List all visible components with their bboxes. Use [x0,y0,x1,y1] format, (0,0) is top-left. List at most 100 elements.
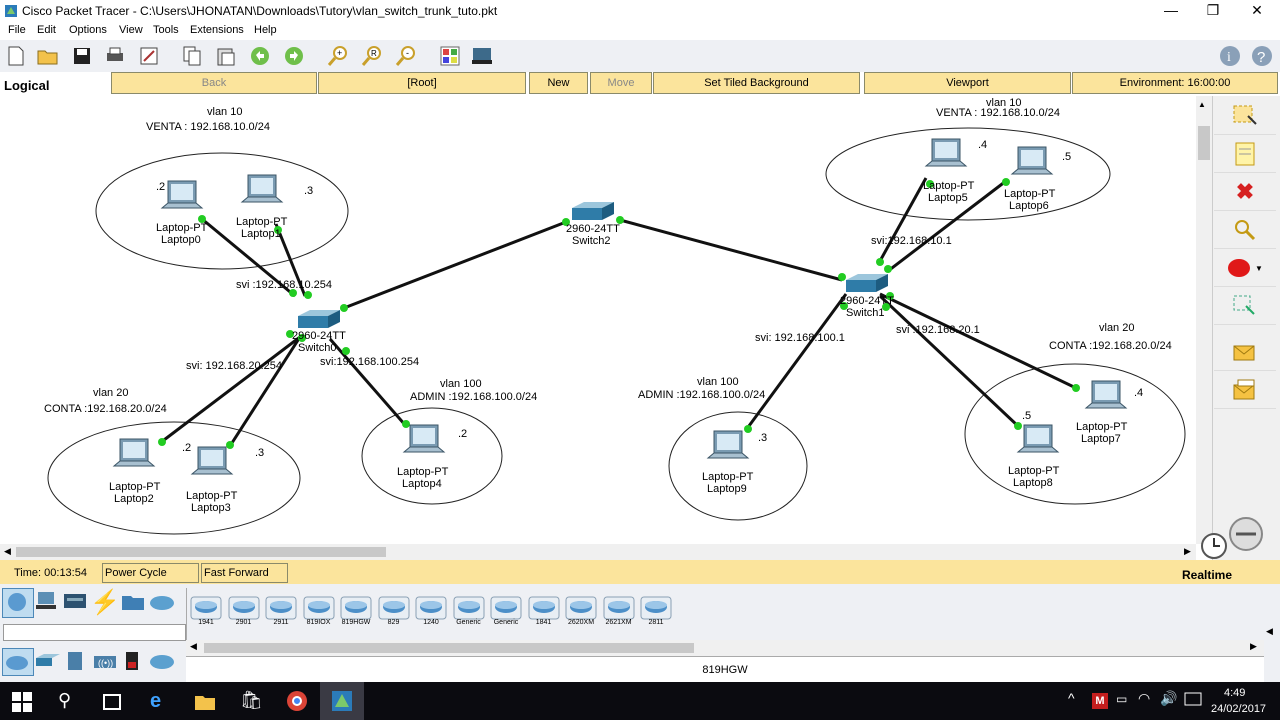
inspect-tool-icon[interactable] [1214,212,1276,249]
wireless-subcategory-icon[interactable]: ((•)) [92,650,118,672]
help-icon[interactable]: ? [1250,44,1274,68]
switches-subcategory-icon[interactable] [34,650,62,672]
back-button[interactable]: Back [111,72,317,94]
switch1[interactable] [842,272,890,296]
fast-forward-time-button[interactable]: Fast Forward Time [201,563,288,597]
realtime-label[interactable]: Realtime [1182,568,1232,582]
redo-icon[interactable] [282,44,306,68]
scroll-up-icon[interactable]: ▲ [1198,100,1206,109]
maximize-button[interactable]: ❐ [1190,0,1236,22]
router-model-5[interactable]: 829 [378,596,410,628]
new-file-icon[interactable] [4,44,28,68]
wifi-icon[interactable]: ◠ [1138,690,1156,708]
battery-icon[interactable]: ▭ [1116,692,1134,710]
packet-tracer-taskbar-button[interactable] [320,682,364,720]
taskbar-date[interactable]: 24/02/2017 [1211,703,1266,715]
router-model-10[interactable]: 2620XM [565,596,597,628]
router-model-8[interactable]: Generic [490,596,522,628]
device-list-scrollbar[interactable]: ◀ ▶ [186,640,1264,656]
router-model-9[interactable]: 1841 [528,596,560,628]
paste-icon[interactable] [214,44,238,68]
task-view-icon[interactable] [102,692,124,712]
router-model-6[interactable]: 1240 [415,596,447,628]
close-button[interactable]: ✕ [1234,0,1280,22]
select-tool-icon[interactable] [1214,98,1276,135]
connections-category-icon[interactable]: ⚡ [90,588,120,616]
antivirus-tray-icon[interactable]: M [1092,693,1108,709]
routers-subcategory-icon[interactable] [2,648,34,676]
custom-devices-icon[interactable] [470,44,494,68]
router-model-7[interactable]: Generic [453,596,485,628]
menu-tools[interactable]: Tools [153,24,179,36]
vertical-scroll-thumb[interactable] [1198,126,1210,160]
device-list-scroll-thumb[interactable] [204,643,694,653]
laptop8[interactable] [1014,424,1060,464]
note-tool-icon[interactable] [1214,136,1276,173]
info-icon[interactable]: i [1218,44,1242,68]
action-center-icon[interactable] [1184,692,1202,708]
router-model-4[interactable]: 819HGW [340,596,372,628]
scroll-right-icon[interactable]: ▶ [1250,641,1257,652]
laptop6[interactable] [1008,146,1054,186]
menu-extensions[interactable]: Extensions [190,24,244,36]
realtime-clock-icon[interactable] [1200,532,1240,560]
multiuser-category-icon[interactable] [148,590,176,614]
end-devices-category-icon[interactable] [34,590,60,614]
chrome-icon[interactable] [286,690,308,712]
panel-collapse-icon[interactable]: ◀ [1266,626,1273,637]
laptop7[interactable] [1082,380,1128,420]
file-explorer-icon[interactable] [194,692,216,712]
security-subcategory-icon[interactable] [122,650,144,672]
router-model-0[interactable]: 1941 [190,596,222,628]
add-complex-pdu-icon[interactable] [1214,372,1276,409]
move-object-button[interactable]: Move Object [590,72,652,109]
menu-file[interactable]: File [8,24,26,36]
horizontal-scroll-thumb[interactable] [16,547,386,557]
scroll-left-icon[interactable]: ◀ [4,546,11,557]
hubs-subcategory-icon[interactable] [64,650,88,672]
edge-browser-icon[interactable]: e [150,690,172,712]
menu-view[interactable]: View [119,24,143,36]
laptop1[interactable] [238,174,284,214]
store-icon[interactable]: 🛍 [240,690,263,712]
undo-icon[interactable] [248,44,272,68]
new-cluster-button[interactable]: New Cluster [529,72,588,109]
delete-tool-icon[interactable]: ✖ [1214,174,1276,211]
router-model-12[interactable]: 2811 [640,596,672,628]
viewport-button[interactable]: Viewport [864,72,1071,94]
add-simple-pdu-icon[interactable] [1214,334,1276,371]
router-model-11[interactable]: 2621XM [603,596,635,628]
menu-help[interactable]: Help [254,24,277,36]
taskbar-time[interactable]: 4:49 [1224,687,1245,699]
laptop2[interactable] [110,438,156,478]
root-button[interactable]: [Root] [318,72,526,94]
misc-category-icon[interactable] [120,590,146,614]
laptop4[interactable] [400,424,446,464]
open-folder-icon[interactable] [36,44,60,68]
print-icon[interactable] [103,44,127,68]
wan-emulation-subcategory-icon[interactable] [148,650,176,672]
minimize-button[interactable]: — [1148,0,1194,22]
zoom-out-icon[interactable]: - [394,44,418,68]
scroll-left-icon[interactable]: ◀ [190,641,197,652]
network-devices-category-icon[interactable] [2,588,34,618]
logical-workspace[interactable]: 2960-24TT Switch0 2960-24TT Switch2 2960… [0,96,1196,544]
activity-wizard-icon[interactable] [137,44,161,68]
search-icon[interactable]: ⚲ [58,690,80,712]
drawing-palette-icon[interactable] [438,44,462,68]
switch2[interactable] [568,200,616,224]
power-cycle-devices-button[interactable]: Power Cycle Devices [102,563,199,597]
environment-button[interactable]: Environment: 16:00:00 [1072,72,1278,94]
vertical-scrollbar[interactable]: ▲ [1196,96,1212,544]
save-icon[interactable] [70,44,94,68]
components-category-icon[interactable] [62,590,88,614]
zoom-in-icon[interactable]: + [326,44,350,68]
menu-options[interactable]: Options [69,24,107,36]
draw-ellipse-tool-icon[interactable]: ▼ [1214,250,1276,287]
router-model-1[interactable]: 2901 [228,596,260,628]
laptop3[interactable] [188,446,234,486]
scroll-right-icon[interactable]: ▶ [1184,546,1191,557]
router-model-2[interactable]: 2911 [265,596,297,628]
show-hidden-icons-icon[interactable]: ^ [1068,690,1084,710]
laptop9[interactable] [704,430,750,470]
